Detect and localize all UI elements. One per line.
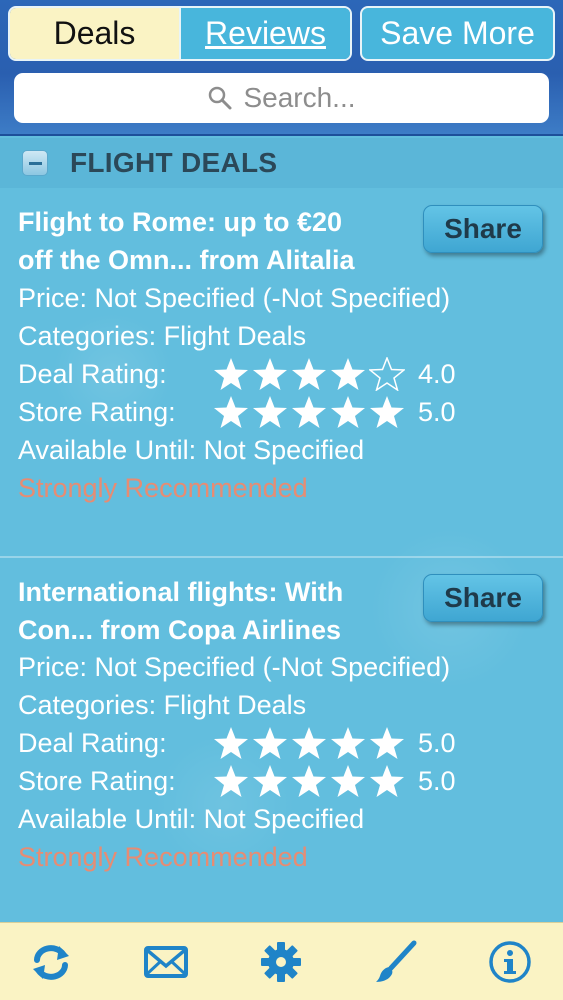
store-rating-value: 5.0 <box>418 397 456 427</box>
deal-rating-label: Deal Rating: <box>18 359 167 389</box>
star-filled-icon <box>253 358 287 390</box>
deal-price: Price: Not Specified (-Not Specified) <box>18 283 451 313</box>
star-filled-icon <box>253 396 287 428</box>
store-rating-stars <box>213 762 408 800</box>
star-filled-icon <box>331 765 365 797</box>
star-filled-icon <box>370 727 404 759</box>
section-title: FLIGHT DEALS <box>70 147 278 178</box>
star-filled-icon <box>214 358 248 390</box>
deal-title-line: Con... from Copa Airlines <box>18 615 342 645</box>
star-empty-icon <box>369 357 405 391</box>
bottom-toolbar <box>0 922 563 1000</box>
deal-item[interactable]: International flights: With Con... from … <box>0 558 563 922</box>
star-filled-icon <box>292 396 326 428</box>
star-filled-icon <box>214 765 248 797</box>
minus-icon[interactable] <box>22 150 48 176</box>
star-filled-icon <box>214 396 248 428</box>
deal-rating-value: 4.0 <box>418 359 456 389</box>
deal-title-line: Flight to Rome: up to €20 <box>18 207 342 237</box>
store-rating-stars <box>213 393 408 431</box>
segmented-control: Deals Reviews <box>8 6 352 61</box>
info-icon[interactable] <box>488 940 532 984</box>
deal-rating-value: 5.0 <box>418 728 456 758</box>
search-placeholder: Search... <box>243 82 356 113</box>
deal-title: International flights: With Con... from … <box>18 573 413 649</box>
star-filled-icon <box>253 765 287 797</box>
deal-title-line: International flights: With <box>18 577 344 607</box>
deal-categories: Categories: Flight Deals <box>18 690 307 720</box>
deal-rating-stars <box>213 724 408 762</box>
star-filled-icon <box>331 396 365 428</box>
star-filled-icon <box>331 358 365 390</box>
deal-item[interactable]: Flight to Rome: up to €20 off the Omn...… <box>0 188 563 556</box>
star-filled-icon <box>253 727 287 759</box>
header: Deals Reviews Save More Search... <box>0 0 563 136</box>
store-rating-value: 5.0 <box>418 766 456 796</box>
deal-available-until: Available Until: Not Specified <box>18 804 365 834</box>
tab-deals[interactable]: Deals <box>10 8 179 59</box>
recommendation-text: Strongly Recommended <box>18 842 308 872</box>
refresh-icon[interactable] <box>29 940 73 984</box>
deal-title: Flight to Rome: up to €20 off the Omn...… <box>18 203 413 279</box>
brush-icon[interactable] <box>374 940 418 984</box>
save-more-button[interactable]: Save More <box>360 6 555 61</box>
deal-list[interactable]: FLIGHT DEALS Flight to Rome: up to €20 o… <box>0 138 563 922</box>
recommendation-text: Strongly Recommended <box>18 473 308 503</box>
mail-icon[interactable] <box>143 940 189 984</box>
search-icon <box>209 86 232 110</box>
store-rating-label: Store Rating: <box>18 397 176 427</box>
share-button[interactable]: Share <box>423 205 543 253</box>
deal-title-line: off the Omn... from Alitalia <box>18 245 355 275</box>
section-header[interactable]: FLIGHT DEALS <box>0 138 563 188</box>
deal-categories: Categories: Flight Deals <box>18 321 307 351</box>
gear-icon[interactable] <box>259 940 303 984</box>
tab-reviews[interactable]: Reviews <box>179 8 350 59</box>
star-filled-icon <box>292 358 326 390</box>
star-filled-icon <box>292 765 326 797</box>
deal-rating-stars <box>213 355 408 393</box>
star-filled-icon <box>370 765 404 797</box>
search-input[interactable]: Search... <box>14 73 549 123</box>
star-filled-icon <box>331 727 365 759</box>
star-filled-icon <box>292 727 326 759</box>
share-button[interactable]: Share <box>423 574 543 622</box>
deal-available-until: Available Until: Not Specified <box>18 435 365 465</box>
star-filled-icon <box>214 727 248 759</box>
deal-price: Price: Not Specified (-Not Specified) <box>18 652 451 682</box>
deal-rating-label: Deal Rating: <box>18 728 167 758</box>
star-filled-icon <box>370 396 404 428</box>
store-rating-label: Store Rating: <box>18 766 176 796</box>
